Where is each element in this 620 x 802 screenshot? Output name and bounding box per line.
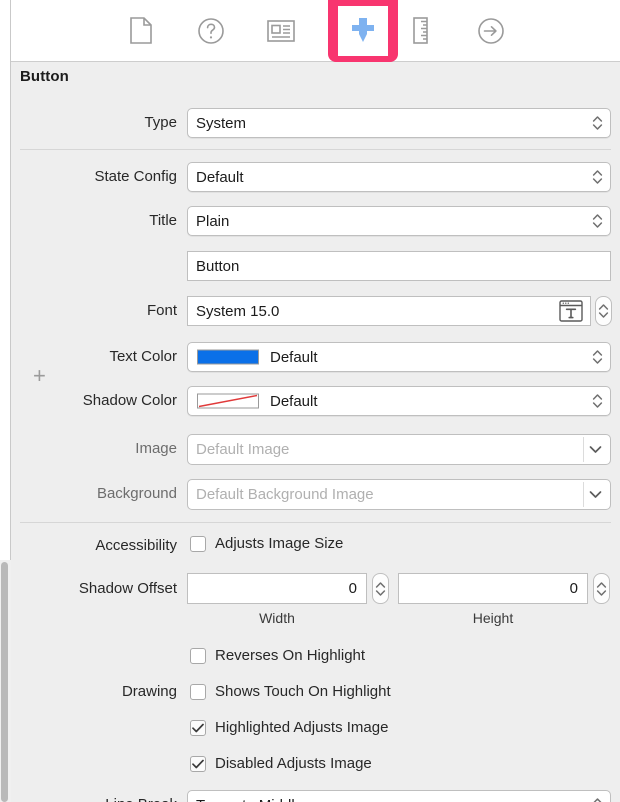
highlighted-adjusts-image-checkbox-row[interactable]: Highlighted Adjusts Image	[190, 719, 388, 736]
line-break-popup[interactable]: Truncate Middle	[187, 790, 611, 802]
type-value: System	[196, 114, 247, 132]
label-font: Font	[146, 302, 177, 319]
chevron-updown-icon	[592, 796, 603, 802]
reverses-on-highlight-checkbox[interactable]	[190, 647, 206, 664]
file-inspector-icon[interactable]	[119, 9, 163, 53]
title-text-value: Button	[196, 257, 240, 275]
shadow-offset-width-input[interactable]: 0	[187, 573, 367, 604]
shadow-offset-width-value: 0	[348, 580, 357, 597]
disabled-adjusts-image-checkbox[interactable]	[190, 755, 206, 772]
label-state-config: State Config	[94, 168, 177, 185]
section-title-button: Button	[20, 68, 69, 85]
image-combobox[interactable]: Default Image	[187, 434, 611, 465]
adjusts-image-size-checkbox-row[interactable]: Adjusts Image Size	[190, 535, 343, 552]
chevron-updown-icon	[592, 168, 603, 186]
size-inspector-icon[interactable]	[399, 9, 443, 53]
adjusts-image-size-label: Adjusts Image Size	[215, 535, 344, 552]
text-color-swatch	[197, 349, 259, 365]
adjusts-image-size-checkbox[interactable]	[190, 535, 206, 552]
shows-touch-on-highlight-checkbox-row[interactable]: Shows Touch On Highlight	[190, 683, 391, 700]
shadow-color-value: Default	[270, 392, 318, 410]
label-shadow-color: Shadow Color	[82, 392, 177, 409]
font-picker-icon[interactable]	[559, 300, 583, 322]
type-popup[interactable]: System	[187, 108, 611, 138]
line-break-row: Line Break Truncate Middle	[11, 790, 620, 802]
state-config-value: Default	[196, 168, 244, 186]
attributes-inspector-tab-highlight	[328, 0, 398, 62]
label-text-color: Text Color	[109, 348, 177, 365]
text-color-popup[interactable]: Default	[187, 342, 611, 372]
disabled-adjusts-image-checkbox-row[interactable]: Disabled Adjusts Image	[190, 755, 372, 772]
font-value: System 15.0	[196, 302, 280, 320]
attributes-inspector-tab[interactable]	[338, 6, 388, 56]
shadow-offset-height-value: 0	[569, 580, 578, 597]
shadow-offset-height-stepper[interactable]	[593, 573, 610, 604]
shadow-color-swatch	[197, 393, 259, 409]
label-accessibility: Accessibility	[95, 537, 177, 554]
font-field[interactable]: System 15.0	[187, 296, 591, 326]
attributes-inspector-icon	[338, 6, 388, 56]
chevron-updown-icon	[592, 114, 603, 132]
title-popup[interactable]: Plain	[187, 206, 611, 236]
chevron-updown-icon	[592, 392, 603, 410]
font-size-stepper[interactable]	[595, 296, 612, 326]
background-placeholder: Default Background Image	[196, 486, 374, 503]
quick-help-inspector-icon[interactable]	[189, 9, 233, 53]
chevron-updown-icon	[592, 348, 603, 366]
combo-divider	[583, 437, 584, 462]
separator-1	[20, 149, 611, 150]
shadow-offset-height-caption: Height	[472, 610, 514, 626]
shadow-offset-width-caption: Width	[259, 610, 295, 626]
label-shadow-offset: Shadow Offset	[78, 580, 177, 597]
text-color-value: Default	[270, 348, 318, 366]
label-background: Background	[96, 485, 177, 502]
shadow-color-popup[interactable]: Default	[187, 386, 611, 416]
highlighted-adjusts-image-label: Highlighted Adjusts Image	[215, 719, 389, 736]
shows-touch-on-highlight-checkbox[interactable]	[190, 683, 206, 700]
label-drawing: Drawing	[121, 683, 177, 700]
separator-2	[20, 522, 611, 523]
identity-inspector-icon[interactable]	[259, 9, 303, 53]
disabled-adjusts-image-label: Disabled Adjusts Image	[215, 755, 372, 772]
background-combobox[interactable]: Default Background Image	[187, 479, 611, 510]
state-config-popup[interactable]: Default	[187, 162, 611, 192]
shadow-offset-width-stepper[interactable]	[372, 573, 389, 604]
combo-divider	[583, 482, 584, 507]
vertical-scrollbar[interactable]	[1, 562, 8, 802]
attributes-inspector-panel: Button Type System State Config Default …	[0, 0, 620, 802]
chevron-down-icon[interactable]	[589, 486, 602, 504]
image-placeholder: Default Image	[196, 441, 290, 458]
line-break-value: Truncate Middle	[188, 797, 303, 802]
shows-touch-on-highlight-label: Shows Touch On Highlight	[215, 683, 391, 700]
reverses-on-highlight-checkbox-row[interactable]: Reverses On Highlight	[190, 647, 365, 664]
title-value: Plain	[196, 212, 230, 230]
connections-inspector-icon[interactable]	[469, 9, 513, 53]
label-type: Type	[144, 114, 177, 131]
reverses-on-highlight-label: Reverses On Highlight	[215, 647, 366, 664]
inspector-toolbar	[11, 0, 620, 62]
chevron-updown-icon	[592, 212, 603, 230]
label-image: Image	[135, 440, 177, 457]
label-title: Title	[149, 212, 177, 229]
label-line-break: Line Break	[11, 795, 177, 802]
title-text-input[interactable]: Button	[187, 251, 611, 281]
highlighted-adjusts-image-checkbox[interactable]	[190, 719, 206, 736]
chevron-down-icon[interactable]	[589, 441, 602, 459]
add-state-button[interactable]: +	[33, 365, 46, 387]
shadow-offset-height-input[interactable]: 0	[398, 573, 588, 604]
inspector-body: Button Type System State Config Default …	[11, 62, 620, 802]
